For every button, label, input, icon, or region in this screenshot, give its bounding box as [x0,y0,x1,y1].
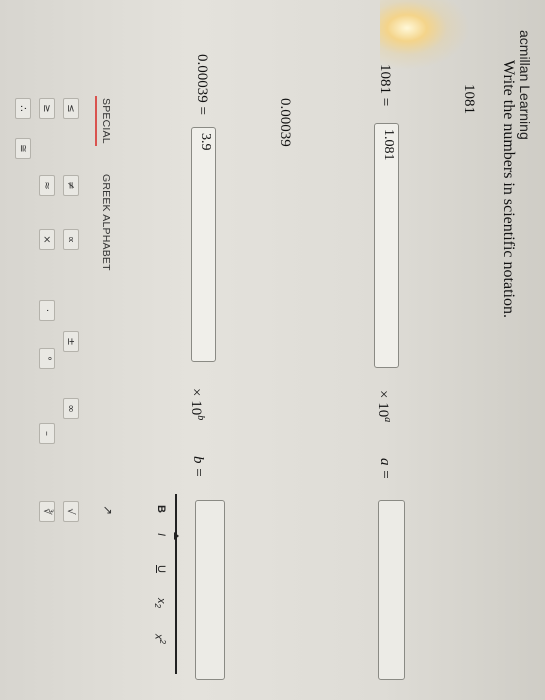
symbol-button[interactable]: ∝ [63,229,79,250]
symbol-button[interactable]: – [39,423,55,444]
symbol-button[interactable]: ∴ [15,98,31,119]
q1-number: 1081 [461,84,477,114]
q2-coefficient-input[interactable]: 3.9 [191,127,216,362]
symbol-button[interactable]: ≈ [39,175,55,196]
q1-coefficient-input[interactable]: 1.081 [374,123,399,368]
symbol-button[interactable]: ± [63,331,79,352]
brand-logo: acmillan Learning [517,30,533,140]
q2-number: 0.00039 [277,98,293,147]
q1-answer-label: a = [377,458,393,480]
q1-exponent-input[interactable] [378,500,405,680]
symbol-button[interactable]: ≤ [63,98,79,119]
instruction-text: Write the numbers in scientific notation… [500,60,517,318]
symbol-button[interactable]: ∛ [39,501,55,522]
q2-exponent-input[interactable] [195,500,225,680]
symbol-button[interactable]: ≅ [15,138,31,159]
symbol-button[interactable]: ∞ [63,398,79,419]
tab-special[interactable]: SPECIAL [100,98,112,144]
symbol-button[interactable]: √ [63,501,79,522]
q1-times-power: × 10a [375,390,393,423]
q2-times-power: × 10b [188,388,206,421]
collapse-icon[interactable]: ↗ [101,505,115,515]
tab-greek-alphabet[interactable]: GREEK ALPHABET [100,174,112,271]
superscript-button[interactable]: x2 [152,634,167,644]
q1-equation-label: 1081 = [377,64,393,107]
symbol-button[interactable]: ≥ [39,98,55,119]
rotated-content: acmillan Learning Write the numbers in s… [0,0,545,700]
bold-button[interactable]: B [155,505,167,513]
symbol-button[interactable]: · [39,300,55,321]
italic-button[interactable]: I [155,533,167,536]
caret-up-icon [174,532,179,540]
subscript-button[interactable]: x2 [153,598,167,608]
underline-button[interactable]: U [155,565,167,573]
symbol-button[interactable]: ° [39,348,55,369]
q2-answer-label: b = [190,456,206,478]
tab-special-underline [95,96,97,146]
format-toolbar-divider [175,494,177,674]
symbol-button[interactable]: ≠ [63,175,79,196]
symbol-button[interactable]: × [39,229,55,250]
q2-equation-label: 0.00039 = [194,54,210,115]
